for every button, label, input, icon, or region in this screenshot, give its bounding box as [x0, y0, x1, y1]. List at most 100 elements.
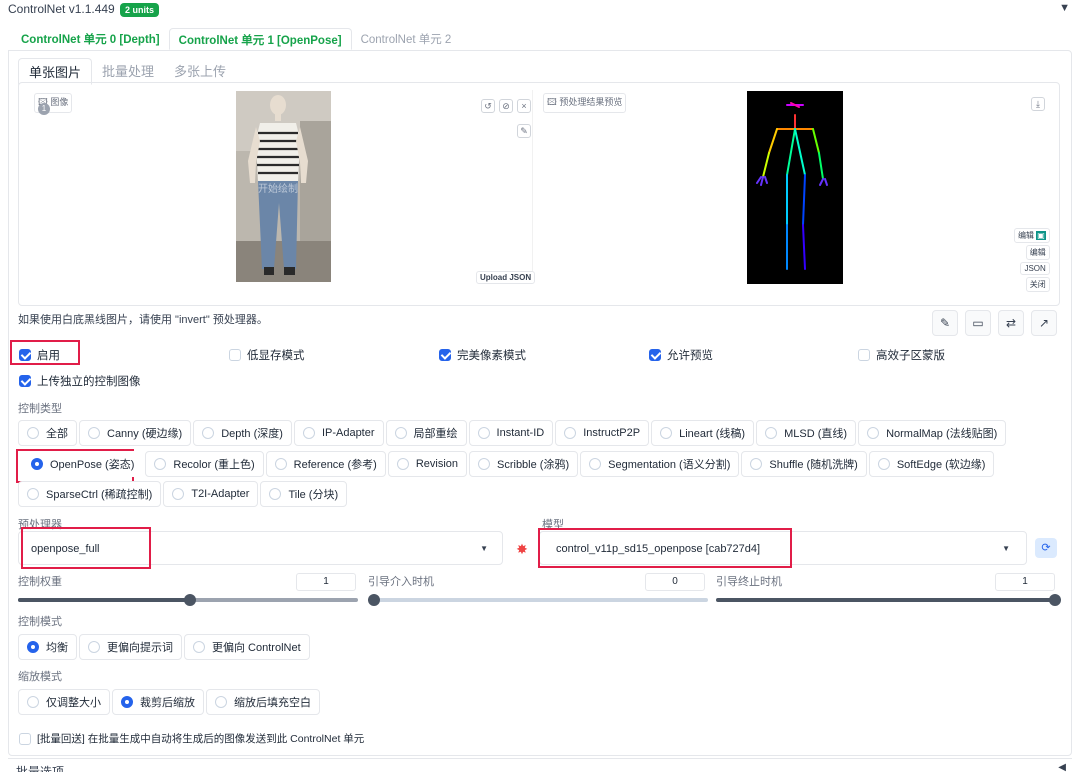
batch-options-title: 批量选项 — [16, 765, 65, 772]
radio-icon — [765, 427, 778, 439]
batch-options-section[interactable]: 批量选项 ◀ — [8, 758, 1072, 772]
tab-single-image[interactable]: 单张图片 — [18, 58, 93, 85]
control-type-option[interactable]: Instant-ID — [468, 420, 554, 446]
allow-preview-checkbox[interactable]: 允许预览 — [649, 347, 713, 363]
control-type-option[interactable]: Segmentation (语义分割) — [580, 451, 740, 477]
control-type-option[interactable]: SparseCtrl (稀疏控制) — [18, 481, 162, 507]
control-type-option[interactable]: IP-Adapter — [293, 420, 384, 446]
end-slider-knob[interactable] — [1049, 594, 1061, 606]
chevron-down-icon: ▼ — [1002, 544, 1010, 553]
checkbox-checked-icon[interactable] — [19, 375, 31, 387]
color-icon: ▣ — [1036, 231, 1046, 240]
control-mode-option[interactable]: 更偏向 ControlNet — [184, 634, 310, 660]
end-slider-track[interactable] — [716, 598, 1056, 602]
radio-selected-icon — [31, 458, 43, 470]
start-slider-track[interactable] — [368, 598, 708, 602]
control-type-option[interactable]: T2I-Adapter — [163, 481, 259, 507]
radio-icon — [660, 427, 673, 439]
control-type-option[interactable]: Shuffle (随机洗牌) — [741, 451, 867, 477]
efficient-mask-checkbox[interactable]: 高效子区蒙版 — [858, 347, 945, 363]
start-slider-knob[interactable] — [368, 594, 380, 606]
undo-icon[interactable]: ↺ — [481, 99, 495, 113]
weight-slider-knob[interactable] — [184, 594, 196, 606]
pixel-perfect-checkbox[interactable]: 完美像素模式 — [439, 347, 526, 363]
image-icon: 🖾 — [547, 97, 557, 107]
control-type-option[interactable]: InstructP2P — [555, 420, 650, 446]
canvas-watermark: 开始绘制 — [258, 184, 298, 195]
radio-icon — [88, 641, 100, 653]
control-type-option[interactable]: Canny (硬边缘) — [79, 420, 192, 446]
json-button[interactable]: JSON — [1020, 262, 1050, 275]
loopback-checkbox[interactable]: [批量回送] 在批量生成中自动将生成后的图像发送到此 ControlNet 单元 — [19, 731, 364, 746]
upload-independent-checkbox[interactable]: 上传独立的控制图像 — [19, 373, 141, 389]
control-type-option[interactable]: Tile (分块) — [260, 481, 348, 507]
radio-icon — [154, 458, 167, 470]
control-type-option[interactable]: Recolor (重上色) — [145, 451, 264, 477]
swap-icon[interactable]: ⇄ — [998, 310, 1024, 336]
tab-unit-2[interactable]: ControlNet 单元 2 — [352, 28, 461, 50]
close-preview-button[interactable]: 关闭 — [1025, 277, 1050, 292]
control-type-row3: SparseCtrl (稀疏控制) T2I-Adapter Tile (分块) — [18, 481, 348, 507]
radio-icon — [478, 458, 490, 470]
edit-canvas-icon[interactable]: ✎ — [932, 310, 958, 336]
checkbox-icon[interactable] — [229, 349, 241, 361]
upload-json-button[interactable]: Upload JSON — [476, 271, 536, 284]
control-type-option[interactable]: MLSD (直线) — [756, 420, 857, 446]
radio-icon — [477, 427, 490, 439]
tab-multi-upload[interactable]: 多张上传 — [164, 58, 236, 85]
checkbox-checked-icon[interactable] — [439, 349, 451, 361]
control-type-option[interactable]: NormalMap (法线贴图) — [858, 420, 1007, 446]
control-type-option[interactable]: Depth (深度) — [193, 420, 292, 446]
send-icon[interactable]: ↗ — [1031, 310, 1057, 336]
edit-button[interactable]: 编辑 ▣ — [1014, 228, 1050, 243]
checkbox-checked-icon[interactable] — [649, 349, 661, 361]
control-mode-option[interactable]: 更偏向提示词 — [79, 634, 182, 660]
eraser-icon[interactable]: ⊘ — [499, 99, 513, 113]
radio-icon — [27, 696, 39, 708]
edit-button-2[interactable]: 编辑 — [1025, 245, 1050, 260]
unit-tabs: ControlNet 单元 0 [Depth] ControlNet 单元 1 … — [12, 28, 460, 50]
resize-mode-option-selected[interactable]: 裁剪后缩放 — [112, 689, 204, 715]
checkbox-checked-icon[interactable] — [19, 349, 31, 361]
checkbox-icon[interactable] — [858, 349, 870, 361]
resize-mode-option[interactable]: 缩放后填充空白 — [206, 689, 320, 715]
resize-mode-group: 仅调整大小 裁剪后缩放 缩放后填充空白 — [18, 689, 320, 715]
control-type-option[interactable]: Scribble (涂鸦) — [469, 451, 579, 477]
camera-icon[interactable]: ▭ — [965, 310, 991, 336]
resize-mode-option[interactable]: 仅调整大小 — [18, 689, 110, 715]
end-input[interactable]: 1 — [995, 573, 1055, 591]
enable-checkbox[interactable]: 启用 — [19, 347, 60, 363]
control-type-option[interactable]: 局部重绘 — [385, 420, 467, 446]
tab-unit-0[interactable]: ControlNet 单元 0 [Depth] — [12, 28, 169, 50]
tab-unit-1[interactable]: ControlNet 单元 1 [OpenPose] — [168, 28, 352, 50]
weight-input[interactable]: 1 — [296, 573, 356, 591]
download-icon[interactable]: ⤓ — [1031, 97, 1045, 111]
collapse-triangle-icon[interactable]: ▼ — [1059, 2, 1070, 14]
control-type-option[interactable]: Reference (参考) — [265, 451, 386, 477]
control-type-option[interactable]: Lineart (线稿) — [651, 420, 755, 446]
control-type-row1: 全部 Canny (硬边缘) Depth (深度) IP-Adapter 局部重… — [18, 420, 1007, 446]
control-type-option[interactable]: SoftEdge (软边缘) — [868, 451, 995, 477]
control-mode-label: 控制模式 — [18, 616, 62, 628]
run-preprocessor-icon[interactable]: ✸ — [510, 537, 534, 561]
checkbox-icon[interactable] — [19, 732, 31, 745]
radio-icon — [867, 427, 880, 439]
refresh-icon[interactable]: ⟳ — [1035, 538, 1057, 558]
control-type-option[interactable]: 全部 — [18, 420, 77, 446]
low-vram-checkbox[interactable]: 低显存模式 — [229, 347, 305, 363]
start-input[interactable]: 0 — [645, 573, 705, 591]
radio-icon — [215, 696, 227, 708]
tab-batch[interactable]: 批量处理 — [92, 58, 164, 85]
radio-selected-icon — [27, 641, 39, 653]
radio-icon — [88, 427, 100, 439]
radio-icon — [394, 427, 407, 439]
radio-icon — [202, 427, 215, 439]
control-mode-option-selected[interactable]: 均衡 — [18, 634, 77, 660]
close-icon[interactable]: × — [517, 99, 531, 113]
radio-icon — [750, 458, 763, 470]
preview-side-buttons: 编辑 ▣ 编辑 JSON 关闭 — [1014, 228, 1050, 292]
brush-icon[interactable]: ✎ — [517, 124, 531, 138]
control-type-option[interactable]: Revision — [387, 451, 467, 477]
image-input-tabs: 单张图片 批量处理 多张上传 — [18, 58, 236, 85]
control-type-option-selected[interactable]: OpenPose (姿态) — [22, 451, 144, 477]
